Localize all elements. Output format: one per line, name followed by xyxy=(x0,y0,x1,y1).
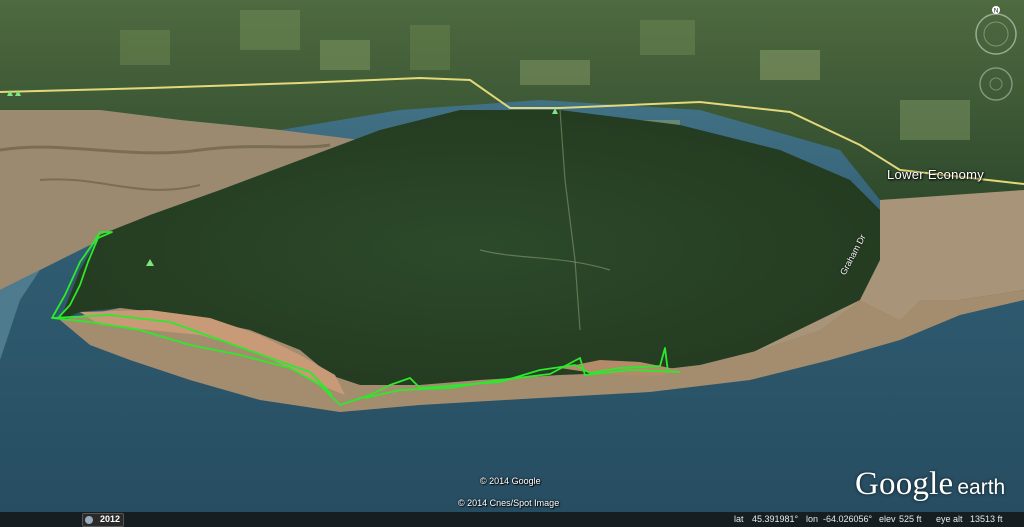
google-earth-logo: Google earth xyxy=(855,466,1005,503)
compass-ring[interactable] xyxy=(975,13,1017,55)
historical-imagery-button[interactable]: 2012 xyxy=(82,513,124,527)
lon-value: -64.026056° xyxy=(823,514,873,524)
compass-north-label: N xyxy=(994,9,998,15)
map-viewport[interactable]: Lower Economy Graham Dr N © 2014 Google … xyxy=(0,0,1024,527)
elev-label: elev xyxy=(879,514,896,524)
look-joystick[interactable] xyxy=(979,67,1013,101)
lat-label: lat xyxy=(734,514,744,524)
status-bar: 2012 lat 45.391981° lon -64.026056° elev… xyxy=(0,512,1024,527)
navigation-controls[interactable]: N xyxy=(970,4,1022,114)
place-label[interactable]: Lower Economy xyxy=(887,167,984,182)
eye-alt-label: eye alt xyxy=(936,514,963,524)
copyright-google: © 2014 Google xyxy=(480,476,541,486)
eye-alt-value: 13513 ft xyxy=(970,514,1003,524)
logo-earth-text: earth xyxy=(957,476,1006,499)
satellite-terrain[interactable] xyxy=(0,0,1024,527)
elev-value: 525 ft xyxy=(899,514,922,524)
clock-icon xyxy=(85,516,93,524)
logo-google-text: Google xyxy=(855,466,954,502)
lon-label: lon xyxy=(806,514,819,524)
copyright-imagery: © 2014 Cnes/Spot Image xyxy=(458,498,560,508)
imagery-year: 2012 xyxy=(100,514,121,524)
lat-value: 45.391981° xyxy=(752,514,799,524)
